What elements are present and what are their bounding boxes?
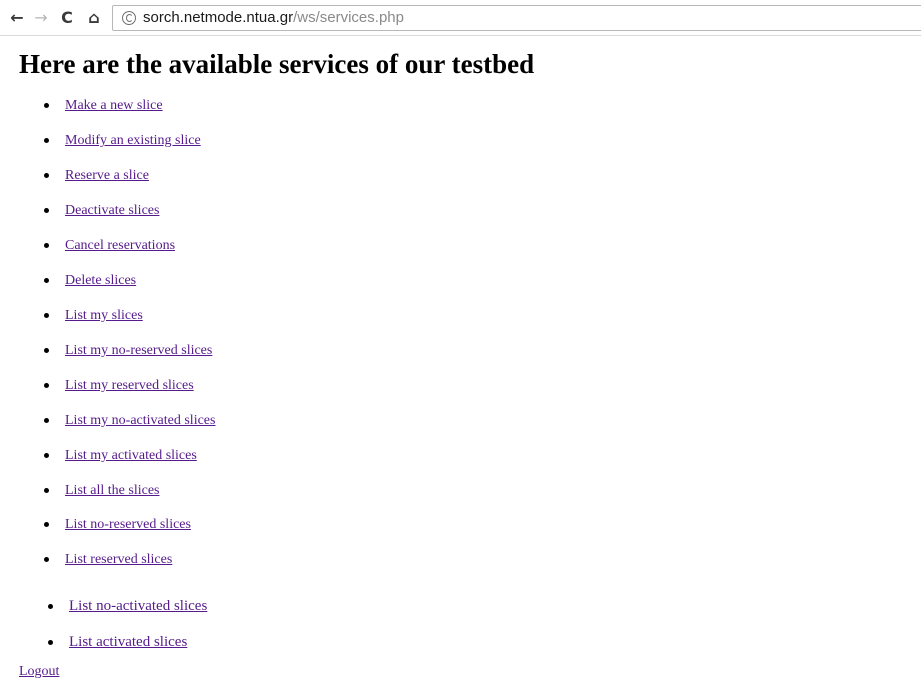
service-link[interactable]: List my activated slices [65,446,197,465]
service-link[interactable]: Delete slices [65,271,136,290]
service-link[interactable]: Modify an existing slice [65,131,201,150]
bullet-icon [44,557,49,562]
browser-toolbar: ← → C ⌂ sorch.netmode.ntua.gr/ws/service… [0,0,921,36]
bullet-icon [44,348,49,353]
forward-arrow-icon[interactable]: → [32,9,50,27]
reload-icon[interactable]: C [58,9,76,27]
bullet-icon [48,640,53,645]
service-link[interactable]: List my reserved slices [65,376,194,395]
back-arrow-icon[interactable]: ← [8,9,26,27]
address-bar[interactable]: sorch.netmode.ntua.gr/ws/services.php [112,5,921,31]
service-link[interactable]: List activated slices [69,633,187,652]
bullet-icon [44,173,49,178]
bullet-icon [44,383,49,388]
logout-link[interactable]: Logout [19,663,59,680]
bullet-icon [44,313,49,318]
url-host: sorch.netmode.ntua.gr [143,9,294,26]
bullet-icon [44,243,49,248]
service-link[interactable]: List no-reserved slices [65,515,191,534]
bullet-icon [44,138,49,143]
bullet-icon [44,453,49,458]
url-text[interactable]: sorch.netmode.ntua.gr/ws/services.php [143,9,404,27]
service-link[interactable]: List reserved slices [65,550,172,569]
service-link[interactable]: List all the slices [65,481,159,500]
service-link[interactable]: Make a new slice [65,96,163,115]
bullet-icon [48,604,53,609]
bullet-icon [44,418,49,423]
service-link[interactable]: List my no-reserved slices [65,341,212,360]
service-link[interactable]: Reserve a slice [65,166,149,185]
bullet-icon [44,208,49,213]
service-link[interactable]: Cancel reservations [65,236,175,255]
service-link[interactable]: List my no-activated slices [65,411,215,430]
home-icon[interactable]: ⌂ [84,9,104,27]
page-info-icon[interactable] [122,11,136,25]
url-path: /ws/services.php [293,9,404,26]
bullet-icon [44,278,49,283]
page-title: Here are the available services of our t… [19,49,535,79]
bullet-icon [44,522,49,527]
service-link[interactable]: List my slices [65,306,143,325]
bullet-icon [44,103,49,108]
bullet-icon [44,488,49,493]
service-link[interactable]: List no-activated slices [69,597,207,616]
service-link[interactable]: Deactivate slices [65,201,159,220]
